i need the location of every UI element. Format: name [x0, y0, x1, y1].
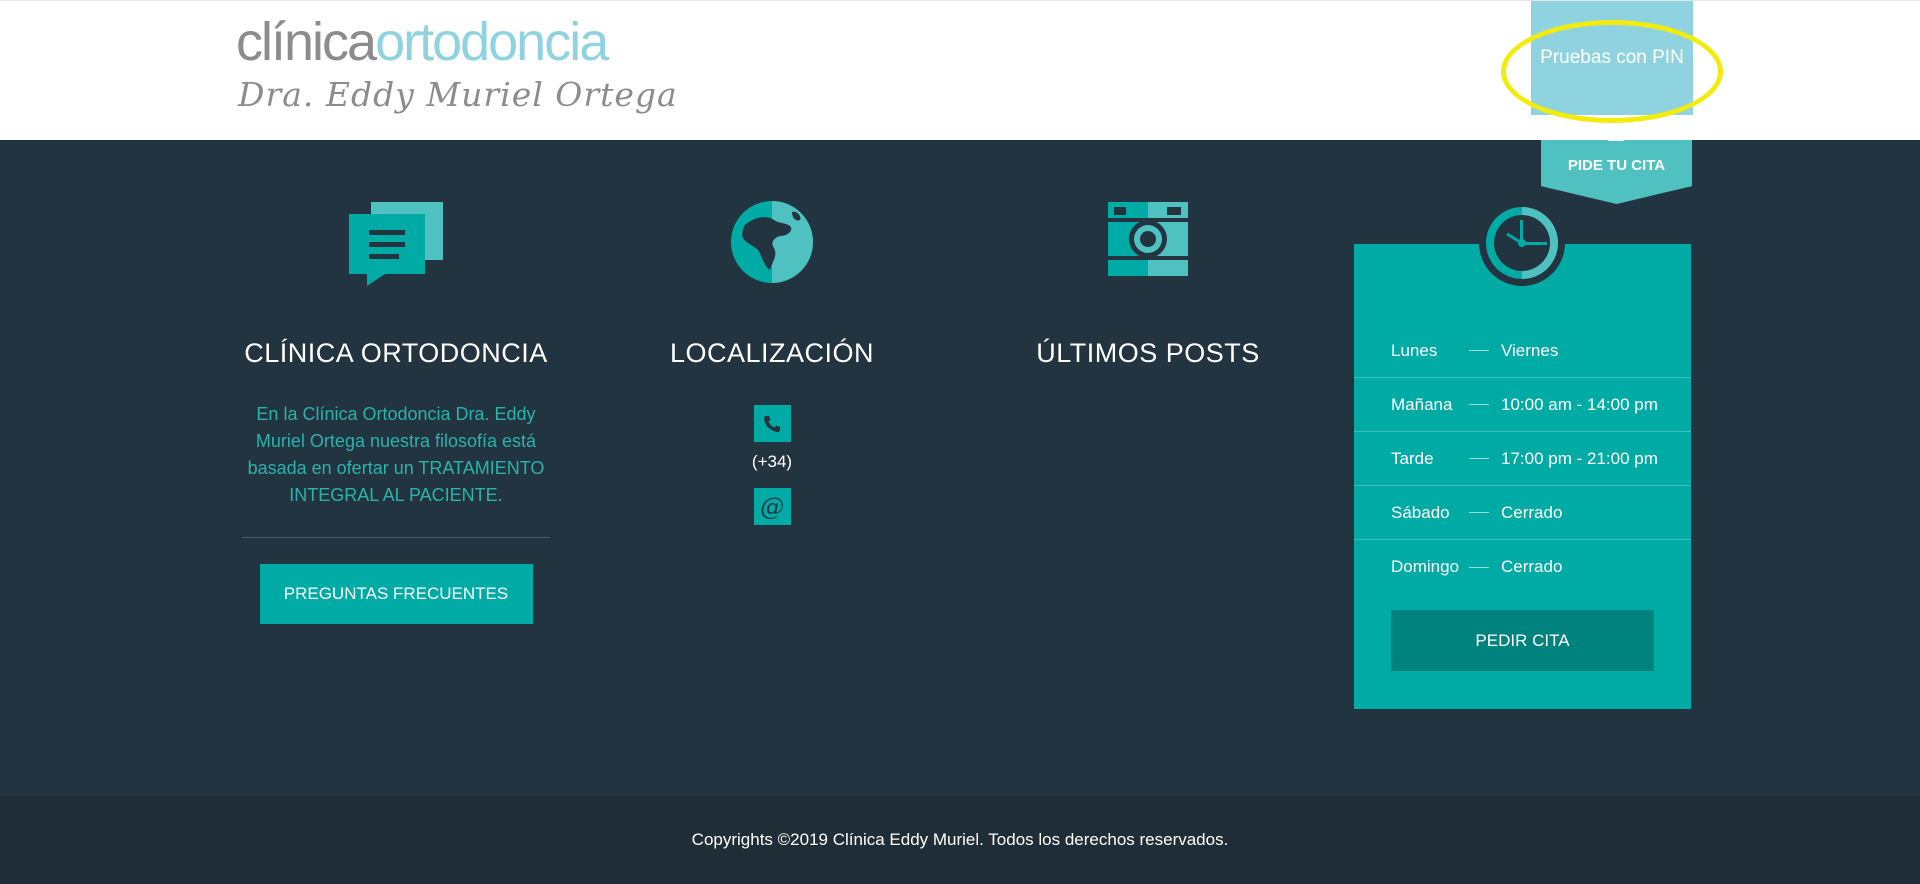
hours-row: Tarde 17:00 pm - 21:00 pm [1354, 432, 1691, 486]
hours-day: Domingo [1391, 557, 1460, 576]
hours-day: Sábado [1391, 502, 1450, 522]
hours-row: Sábado Cerrado [1354, 486, 1691, 540]
logo-title: clínicaortodoncia [236, 15, 616, 69]
request-appointment-button[interactable]: PEDIR CITA [1391, 610, 1654, 671]
hours-day: Lunes [1391, 340, 1438, 360]
pin-test-button[interactable]: Pruebas con PIN [1531, 1, 1693, 115]
phone-number[interactable]: (+34) [623, 452, 921, 472]
clinic-title: CLÍNICA ORTODONCIA [244, 338, 548, 368]
hours-time: 17:00 pm - 21:00 pm [1501, 448, 1658, 468]
hours-dash [1469, 566, 1489, 568]
clinic-divider [242, 537, 550, 538]
posts-column: ÚLTIMOS POSTS [998, 190, 1298, 369]
hours-time: 10:00 am - 14:00 pm [1501, 394, 1658, 414]
location-title: LOCALIZACIÓN [669, 338, 875, 368]
logo-subtitle: Dra. Eddy Muriel Ortega [238, 75, 678, 114]
hours-dash [1469, 350, 1489, 351]
logo-word-clinica: clínica [236, 12, 377, 72]
ribbon-notch [1608, 133, 1624, 141]
faq-button[interactable]: PREGUNTAS FRECUENTES [259, 564, 533, 624]
chat-bubbles-icon [347, 190, 445, 286]
hours-time: Cerrado [1501, 502, 1563, 522]
hours-dash [1469, 458, 1489, 459]
location-column: LOCALIZACIÓN (+34) @ [623, 190, 921, 525]
copyright-text: Copyrights ©2019 Clínica Eddy Muriel. To… [691, 830, 1229, 849]
hours-time: Viernes [1501, 340, 1559, 360]
globe-icon [730, 190, 814, 286]
clock-icon [1479, 200, 1565, 286]
camera-icon [1107, 190, 1189, 286]
opening-hours-panel: Lunes Viernes Mañana 10:00 am - 14:00 pm T… [1354, 244, 1691, 709]
hours-row: Domingo Cerrado [1354, 540, 1691, 594]
posts-title: ÚLTIMOS POSTS [1036, 338, 1260, 368]
site-footer: Copyrights ©2019 Clínica Eddy Muriel. To… [0, 796, 1920, 884]
at-icon[interactable]: @ [753, 488, 791, 525]
site-logo[interactable]: clínicaortodoncia Dra. Eddy Muriel Orteg… [236, 15, 678, 123]
hours-row: Mañana 10:00 am - 14:00 pm [1354, 378, 1691, 432]
appointment-ribbon[interactable]: PIDE TU CITA [1541, 140, 1692, 204]
logo-word-ortodoncia: ortodoncia [375, 12, 609, 72]
site-header: clínicaortodoncia Dra. Eddy Muriel Orteg… [0, 0, 1920, 140]
hours-time: Cerrado [1501, 557, 1563, 576]
hours-row: Lunes Viernes [1354, 324, 1691, 378]
clinic-column: CLÍNICA ORTODONCIA En la Clínica Ortodon… [236, 190, 556, 624]
hours-list: Lunes Viernes Mañana 10:00 am - 14:00 pm T… [1354, 324, 1691, 594]
clinic-description: En la Clínica Ortodoncia Dra. Eddy Murie… [247, 404, 545, 505]
hours-day: Tarde [1391, 448, 1434, 468]
hours-dash [1469, 512, 1489, 513]
hours-day: Mañana [1391, 394, 1453, 414]
hours-dash [1469, 404, 1489, 405]
phone-icon[interactable] [753, 405, 791, 442]
